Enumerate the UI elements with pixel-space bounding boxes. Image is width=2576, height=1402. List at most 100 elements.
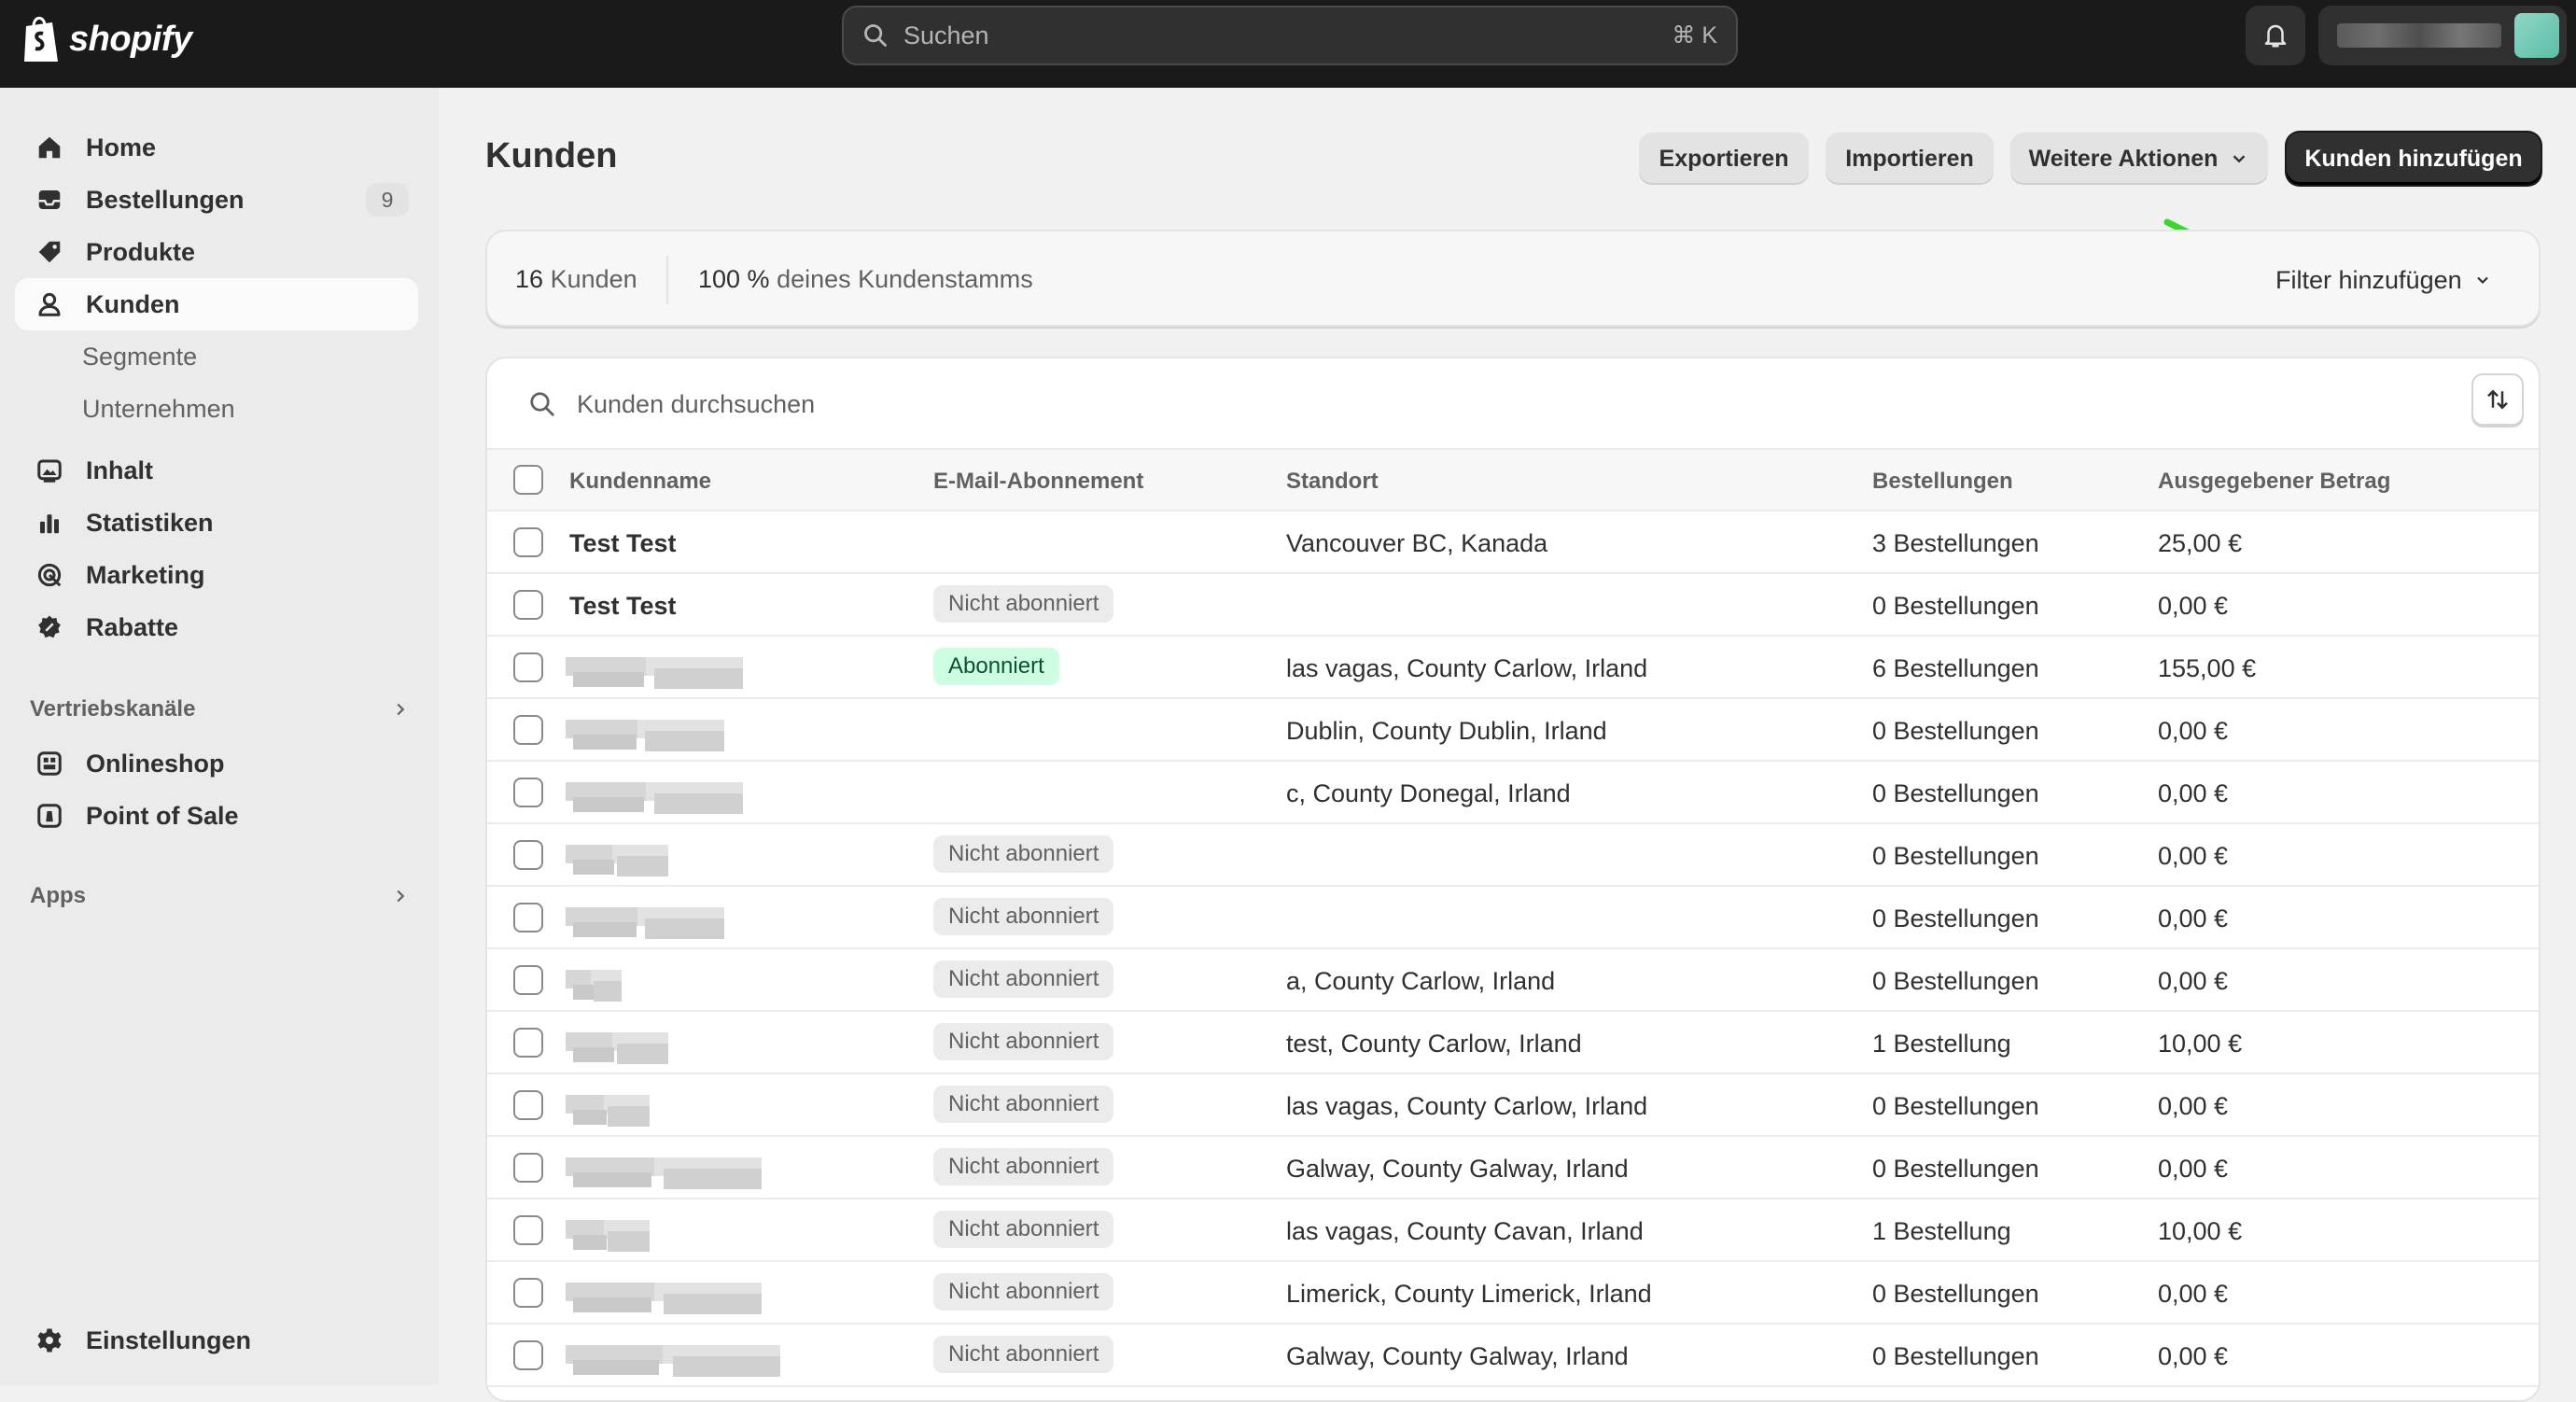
customer-count: 16 Kunden bbox=[515, 265, 637, 293]
table-row[interactable]: Nicht abonniert 0 Bestellungen 0,00 € bbox=[487, 887, 2539, 949]
column-header-amount[interactable]: Ausgegebener Betrag bbox=[2158, 469, 2390, 495]
customer-amount-spent: 10,00 € bbox=[2158, 1217, 2243, 1245]
sidebar-item-inhalt[interactable]: Inhalt bbox=[15, 444, 418, 497]
sidebar-item-home[interactable]: Home bbox=[15, 121, 418, 174]
store-menu-button[interactable] bbox=[2318, 6, 2567, 65]
sidebar-item-unternehmen[interactable]: Unternehmen bbox=[15, 383, 418, 435]
sidebar-item-rabatte[interactable]: Rabatte bbox=[15, 601, 418, 653]
customer-name-redacted bbox=[566, 1144, 762, 1189]
customer-name-redacted bbox=[566, 1332, 780, 1377]
row-checkbox[interactable] bbox=[513, 652, 543, 682]
table-row[interactable]: Nicht abonniert 0 Bestellungen 0,00 € bbox=[487, 824, 2539, 887]
add-filter-button[interactable]: Filter hinzufügen bbox=[2275, 258, 2492, 302]
sort-button[interactable] bbox=[2471, 373, 2524, 426]
add-customer-button[interactable]: Kunden hinzufügen bbox=[2287, 133, 2541, 185]
table-row[interactable]: Nicht abonniert Galway, County Galway, Ir… bbox=[487, 1325, 2539, 1387]
row-checkbox[interactable] bbox=[513, 1215, 543, 1245]
row-checkbox[interactable] bbox=[513, 590, 543, 620]
apps-header[interactable]: Apps bbox=[30, 877, 411, 915]
sales-channels-header[interactable]: Vertriebskanäle bbox=[30, 691, 411, 728]
table-row[interactable]: Nicht abonniert las vagas, County Cavan, … bbox=[487, 1199, 2539, 1262]
customer-name-redacted bbox=[566, 644, 743, 689]
table-row[interactable]: Nicht abonniert Limerick, County Limerick… bbox=[487, 1262, 2539, 1325]
customer-name[interactable]: Test Test bbox=[569, 592, 677, 621]
email-subscription-badge: Nicht abonniert bbox=[933, 835, 1114, 873]
customer-name-redacted bbox=[566, 707, 724, 751]
customer-amount-spent: 0,00 € bbox=[2158, 1092, 2229, 1120]
customer-location: Dublin, County Dublin, Irland bbox=[1286, 717, 1607, 745]
select-all-checkbox[interactable] bbox=[513, 465, 543, 495]
customer-amount-spent: 0,00 € bbox=[2158, 592, 2229, 620]
customer-orders: 0 Bestellungen bbox=[1872, 1092, 2039, 1120]
customer-orders: 0 Bestellungen bbox=[1872, 1280, 2039, 1308]
column-header-orders[interactable]: Bestellungen bbox=[1872, 469, 2013, 495]
table-row[interactable]: Nicht abonniert test, County Carlow, Irla… bbox=[487, 1012, 2539, 1074]
customer-name-redacted bbox=[566, 1207, 650, 1252]
customer-name-redacted bbox=[566, 957, 622, 1002]
row-checkbox[interactable] bbox=[513, 1090, 543, 1120]
customer-orders: 0 Bestellungen bbox=[1872, 717, 2039, 745]
table-row[interactable]: c, County Donegal, Irland 0 Bestellungen 0… bbox=[487, 762, 2539, 824]
discount-icon bbox=[38, 615, 61, 638]
row-checkbox[interactable] bbox=[513, 527, 543, 557]
row-checkbox[interactable] bbox=[513, 903, 543, 932]
email-subscription-badge: Nicht abonniert bbox=[933, 898, 1114, 935]
store-name-redacted bbox=[2337, 23, 2501, 48]
table-row[interactable]: Test Test Vancouver BC, Kanada 3 Bestellun… bbox=[487, 512, 2539, 574]
inbox-icon bbox=[38, 190, 61, 209]
customer-amount-spent: 0,00 € bbox=[2158, 842, 2229, 870]
sidebar-item-bestellungen[interactable]: Bestellungen 9 bbox=[15, 174, 418, 226]
row-checkbox[interactable] bbox=[513, 778, 543, 807]
column-header-location[interactable]: Standort bbox=[1286, 469, 1379, 495]
store-avatar bbox=[2514, 13, 2559, 58]
customer-location: Vancouver BC, Kanada bbox=[1286, 529, 1548, 557]
table-row[interactable]: Nicht abonniert las vagas, County Carlow,… bbox=[487, 1074, 2539, 1137]
sidebar-item-onlineshop[interactable]: Onlineshop bbox=[15, 737, 418, 790]
table-row[interactable]: Dublin, County Dublin, Irland 0 Bestellun… bbox=[487, 699, 2539, 762]
table-search-input[interactable]: Kunden durchsuchen bbox=[487, 358, 2539, 450]
email-subscription-badge: Nicht abonniert bbox=[933, 1023, 1114, 1060]
sidebar-item-segmente[interactable]: Segmente bbox=[15, 330, 418, 383]
notifications-button[interactable] bbox=[2246, 6, 2305, 65]
more-actions-button[interactable]: Weitere Aktionen bbox=[2010, 133, 2268, 185]
global-search-input[interactable]: Suchen ⌘ K bbox=[842, 6, 1738, 65]
customer-amount-spent: 0,00 € bbox=[2158, 1280, 2229, 1308]
customer-name-redacted bbox=[566, 894, 724, 939]
bell-icon bbox=[2264, 24, 2287, 48]
table-row[interactable]: Test Test Nicht abonniert 0 Bestellungen 0,… bbox=[487, 574, 2539, 637]
top-bar: shopify Suchen ⌘ K bbox=[0, 0, 2576, 88]
sidebar-item-produkte[interactable]: Produkte bbox=[15, 226, 418, 278]
row-checkbox[interactable] bbox=[513, 1340, 543, 1370]
customer-summary-card: 16 Kunden 100 % deines Kundenstamms Filt… bbox=[485, 230, 2541, 327]
table-row[interactable]: Nicht abonniert a, County Carlow, Irland 0… bbox=[487, 949, 2539, 1012]
sidebar-item-point-of-sale[interactable]: Point of Sale bbox=[15, 790, 418, 842]
row-checkbox[interactable] bbox=[513, 1153, 543, 1183]
row-checkbox[interactable] bbox=[513, 965, 543, 995]
email-subscription-badge: Nicht abonniert bbox=[933, 585, 1114, 623]
customer-location: las vagas, County Carlow, Irland bbox=[1286, 1092, 1648, 1120]
row-checkbox[interactable] bbox=[513, 840, 543, 870]
shopify-logo[interactable]: shopify bbox=[21, 13, 192, 65]
row-checkbox[interactable] bbox=[513, 715, 543, 745]
customer-orders: 1 Bestellung bbox=[1872, 1217, 2011, 1245]
row-checkbox[interactable] bbox=[513, 1278, 543, 1308]
sidebar-item-kunden[interactable]: Kunden bbox=[15, 278, 418, 330]
page-title: Kunden bbox=[485, 136, 618, 175]
sidebar-item-statistiken[interactable]: Statistiken bbox=[15, 497, 418, 549]
export-button[interactable]: Exportieren bbox=[1639, 133, 1809, 185]
customer-name[interactable]: Test Test bbox=[569, 529, 677, 558]
import-button[interactable]: Importieren bbox=[1826, 133, 1994, 185]
sidebar-item-marketing[interactable]: Marketing bbox=[15, 549, 418, 601]
column-header-email[interactable]: E-Mail-Abonnement bbox=[933, 469, 1143, 495]
customer-name-redacted bbox=[566, 1269, 762, 1314]
table-row[interactable]: Abonniert las vagas, County Carlow, Irlan… bbox=[487, 637, 2539, 699]
customer-orders: 1 Bestellung bbox=[1872, 1030, 2011, 1058]
row-checkbox[interactable] bbox=[513, 1028, 543, 1058]
table-row[interactable]: Nicht abonniert Galway, County Galway, Ir… bbox=[487, 1137, 2539, 1199]
shopify-bag-icon bbox=[24, 17, 58, 62]
sidebar-item-einstellungen[interactable]: Einstellungen bbox=[15, 1314, 418, 1367]
customer-orders: 0 Bestellungen bbox=[1872, 779, 2039, 807]
customer-amount-spent: 0,00 € bbox=[2158, 967, 2229, 995]
column-header-name[interactable]: Kundenname bbox=[569, 469, 711, 495]
customer-location: Galway, County Galway, Irland bbox=[1286, 1155, 1629, 1183]
